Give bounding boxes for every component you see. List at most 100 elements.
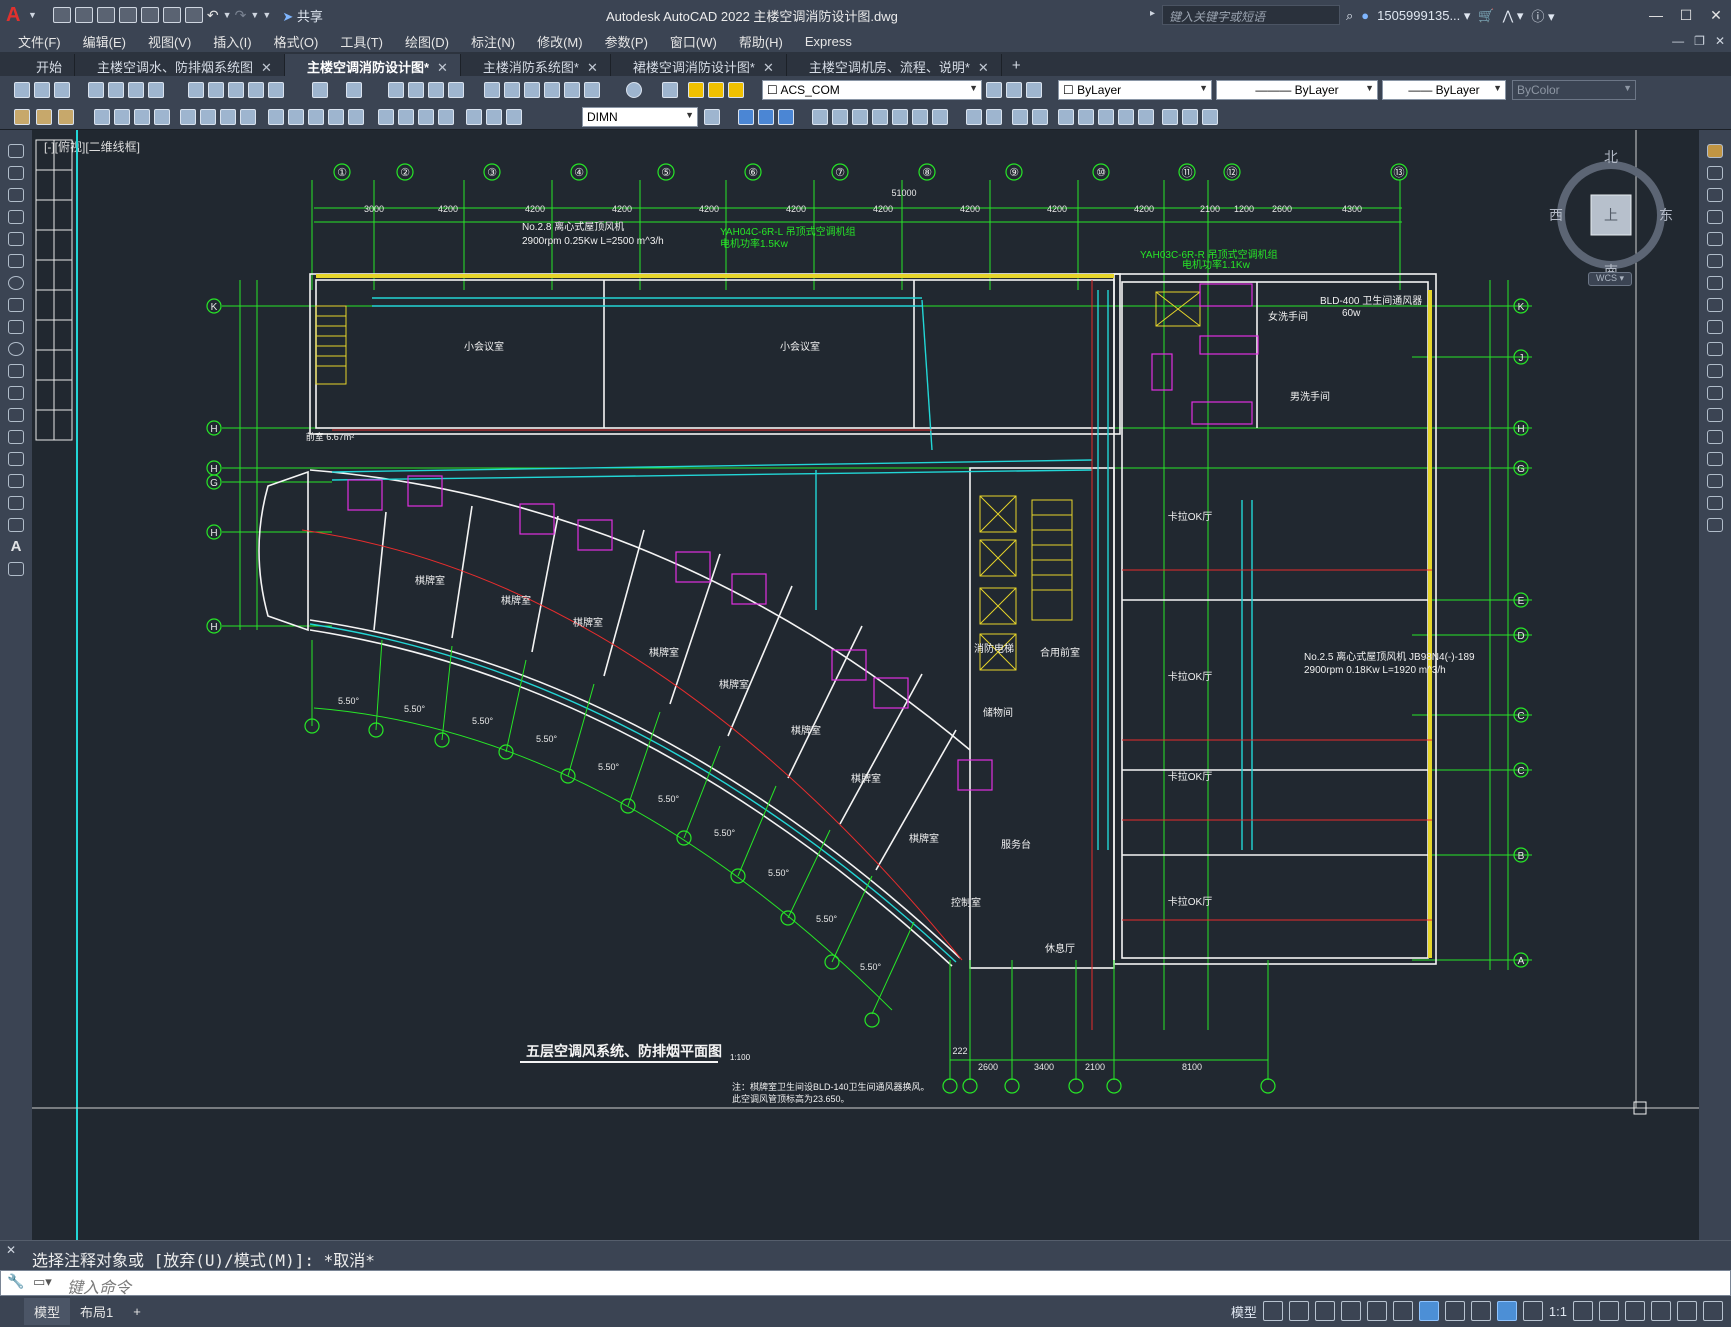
customize-qat-icon[interactable]: ▼ <box>262 7 271 23</box>
explode-icon[interactable] <box>1707 518 1723 532</box>
command-input[interactable]: 键入命令 <box>67 1274 131 1298</box>
cart-icon[interactable]: 🛒 <box>1478 8 1494 24</box>
markup-icon[interactable] <box>564 82 580 98</box>
view-icon-3[interactable] <box>778 109 794 125</box>
rectangle-icon[interactable] <box>8 232 24 246</box>
command-line[interactable]: 🔧 ▭▾ 键入命令 <box>0 1270 1731 1298</box>
ortho-icon[interactable] <box>1314 1301 1335 1321</box>
center-mark-icon[interactable] <box>398 109 414 125</box>
rotate-icon[interactable] <box>1707 276 1723 290</box>
menu-express[interactable]: Express <box>805 34 852 49</box>
tab-close-icon[interactable]: ✕ <box>978 60 989 75</box>
menu-edit[interactable]: 编辑(E) <box>83 32 126 51</box>
compass-north[interactable]: 北 <box>1604 149 1618 165</box>
modify-icon-14[interactable] <box>1098 109 1114 125</box>
modify-icon-6[interactable] <box>912 109 928 125</box>
tab-drawing-4[interactable]: 裙楼空调消防设计图* ✕ <box>611 54 787 76</box>
layer-properties-icon[interactable] <box>662 82 678 98</box>
sheet-set-icon[interactable] <box>544 82 560 98</box>
dim-style-icon[interactable] <box>704 109 720 125</box>
match-properties-icon[interactable] <box>248 82 264 98</box>
modify-icon-8[interactable] <box>966 109 982 125</box>
copy-object-icon[interactable] <box>1707 166 1723 180</box>
close-cmd-icon[interactable]: ✕ <box>6 1243 16 1257</box>
tool-icon-2[interactable] <box>36 109 52 125</box>
publish-icon[interactable] <box>128 82 144 98</box>
make-block-icon[interactable] <box>8 408 24 422</box>
modify-icon-11[interactable] <box>1032 109 1048 125</box>
save-icon[interactable] <box>96 7 115 23</box>
baseline-dim-icon[interactable] <box>288 109 304 125</box>
doc-restore-icon[interactable]: ❐ <box>1694 34 1705 48</box>
color-dropdown[interactable]: ☐ ByLayer ▼ <box>1058 80 1212 100</box>
user-icon[interactable]: ● <box>1361 8 1369 23</box>
block-editor-icon[interactable] <box>268 82 284 98</box>
new-drawing-icon[interactable] <box>14 82 30 98</box>
modify-icon-3[interactable] <box>852 109 868 125</box>
tool-icon-1[interactable] <box>14 109 30 125</box>
point-icon[interactable] <box>8 430 24 444</box>
linear-dim-icon[interactable] <box>94 109 110 125</box>
polar-icon[interactable] <box>1340 1301 1361 1321</box>
grid-icon[interactable] <box>1262 1301 1283 1321</box>
layer-states-icon[interactable] <box>1026 82 1042 98</box>
fillet-icon[interactable] <box>1707 474 1723 488</box>
layer-dropdown[interactable]: ☐ ACS_COM ▼ <box>762 80 982 100</box>
view-icon-1[interactable] <box>738 109 754 125</box>
ordinate-dim-icon[interactable] <box>154 109 170 125</box>
tab-drawing-2[interactable]: 主楼空调消防设计图* ✕ <box>284 54 461 76</box>
zoom-realtime-icon[interactable] <box>408 82 424 98</box>
hatch-icon[interactable] <box>8 452 24 466</box>
move-icon[interactable] <box>1707 254 1723 268</box>
tab-model[interactable]: 模型 <box>24 1298 71 1325</box>
user-name[interactable]: 1505999135... ▾ <box>1377 8 1470 24</box>
modify-icon-7[interactable] <box>932 109 948 125</box>
menu-dimension[interactable]: 标注(N) <box>471 32 515 51</box>
modify-icon-16[interactable] <box>1138 109 1154 125</box>
toolbar-redo-icon[interactable] <box>346 82 362 98</box>
recent-commands-icon[interactable]: ▭▾ <box>33 1274 52 1290</box>
continue-dim-icon[interactable] <box>308 109 324 125</box>
copy-icon[interactable] <box>208 82 224 98</box>
radius-dim-icon[interactable] <box>180 109 196 125</box>
undo-icon[interactable]: ↶ <box>207 7 219 24</box>
model-space-button[interactable]: 模型 <box>1231 1302 1257 1321</box>
object-snap-icon[interactable] <box>1418 1301 1439 1321</box>
autocad-logo[interactable]: A <box>6 4 28 26</box>
layer-freeze-icon[interactable] <box>708 82 724 98</box>
minimize-icon[interactable]: — <box>1641 0 1671 30</box>
search-icon[interactable]: ⌕ <box>1346 8 1353 24</box>
layer-on-icon[interactable] <box>688 82 704 98</box>
object-snap-tracking-icon[interactable] <box>1392 1301 1413 1321</box>
save-to-web-icon[interactable] <box>162 7 181 23</box>
jogged-dim-icon[interactable] <box>200 109 216 125</box>
quickcalc-icon[interactable] <box>584 82 600 98</box>
new-icon[interactable] <box>52 7 71 23</box>
line-icon[interactable] <box>8 144 24 158</box>
doc-close-icon[interactable]: ✕ <box>1715 34 1725 48</box>
share-button[interactable]: ➤ 共享 <box>282 6 323 25</box>
aligned-dim-icon[interactable] <box>114 109 130 125</box>
3d-print-icon[interactable] <box>148 82 164 98</box>
break-icon[interactable] <box>1707 408 1723 422</box>
menu-help[interactable]: 帮助(H) <box>739 32 783 51</box>
autodesk-app-icon[interactable]: ⋀ ▾ <box>1503 8 1524 24</box>
add-selected-icon[interactable] <box>8 562 24 576</box>
plot-icon[interactable] <box>184 7 203 23</box>
modify-icon-4[interactable] <box>872 109 888 125</box>
polyline-icon[interactable] <box>8 188 24 202</box>
break-at-point-icon[interactable] <box>1707 386 1723 400</box>
modify-icon-13[interactable] <box>1078 109 1094 125</box>
modify-icon-17[interactable] <box>1162 109 1178 125</box>
redo-dropdown-icon[interactable]: ▼ <box>250 7 259 23</box>
tool-icon-3[interactable] <box>58 109 74 125</box>
scale-icon[interactable] <box>1707 298 1723 312</box>
toolbar-undo-icon[interactable] <box>312 82 328 98</box>
tab-close-icon[interactable]: ✕ <box>437 60 448 75</box>
spline-icon[interactable] <box>8 320 24 334</box>
menu-tools[interactable]: 工具(T) <box>340 32 383 51</box>
linetype-dropdown[interactable]: ——— ByLayer ▼ <box>1216 80 1378 100</box>
dim-text-edit-icon[interactable] <box>486 109 502 125</box>
units-icon[interactable] <box>1625 1301 1645 1321</box>
region-icon[interactable] <box>8 496 24 510</box>
